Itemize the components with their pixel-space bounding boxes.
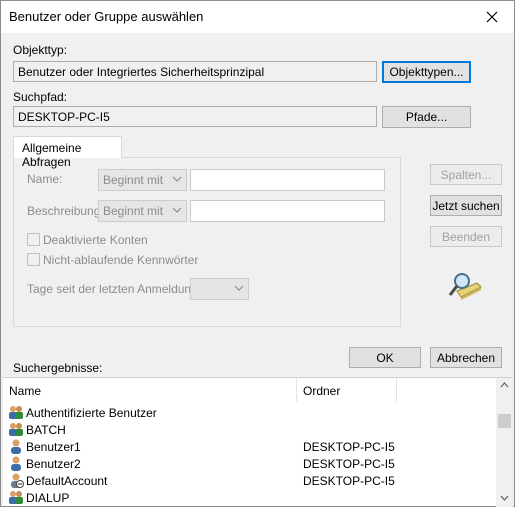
- user-icon: [11, 439, 21, 454]
- tab-common-queries[interactable]: Allgemeine Abfragen: [13, 136, 122, 169]
- select-user-dialog: Benutzer oder Gruppe auswählen Objekttyp…: [0, 0, 515, 507]
- disabled-accounts-checkbox[interactable]: [27, 233, 40, 246]
- scroll-down-icon[interactable]: [500, 495, 509, 501]
- group-icon: [9, 423, 23, 436]
- row-folder: DESKTOP-PC-I5: [303, 457, 395, 471]
- search-now-button[interactable]: Jetzt suchen: [430, 195, 502, 216]
- stop-button[interactable]: Beenden: [430, 226, 502, 247]
- group-icon: [9, 406, 23, 419]
- object-type-label: Objekttyp:: [13, 43, 68, 57]
- column-header-name-label: Name: [9, 384, 42, 398]
- column-header-folder[interactable]: Ordner: [297, 378, 397, 402]
- row-name: Benutzer1: [26, 440, 81, 454]
- columns-button[interactable]: Spalten...: [430, 164, 502, 185]
- days-since-login-select[interactable]: [190, 278, 249, 300]
- object-type-field: Benutzer oder Integriertes Sicherheitspr…: [13, 61, 377, 82]
- search-path-value: DESKTOP-PC-I5: [18, 110, 110, 124]
- column-header-name[interactable]: Name: [3, 378, 297, 402]
- description-mode-select[interactable]: Beginnt mit: [98, 200, 187, 222]
- row-name: Authentifizierte Benutzer: [26, 406, 157, 420]
- table-row[interactable]: Benutzer2 DESKTOP-PC-I5: [3, 455, 495, 472]
- description-input[interactable]: [190, 200, 385, 222]
- object-types-button[interactable]: Objekttypen...: [382, 61, 471, 83]
- non-expiring-passwords-label: Nicht-ablaufende Kennwörter: [43, 253, 199, 267]
- group-icon: [9, 491, 23, 504]
- search-results-list[interactable]: Name Ordner Authentifizierte Benutzer BA…: [3, 377, 513, 507]
- window-title: Benutzer oder Gruppe auswählen: [9, 9, 204, 24]
- user-icon: [11, 456, 21, 471]
- results-scrollbar[interactable]: [496, 378, 513, 507]
- non-expiring-passwords-checkbox[interactable]: [27, 253, 40, 266]
- name-mode-select[interactable]: Beginnt mit: [98, 169, 187, 191]
- object-type-value: Benutzer oder Integriertes Sicherheitspr…: [18, 65, 265, 79]
- table-row[interactable]: DIALUP: [3, 489, 495, 506]
- ok-button[interactable]: OK: [349, 347, 421, 368]
- row-name: DIALUP: [26, 491, 70, 505]
- search-results-label: Suchergebnisse:: [13, 361, 103, 375]
- row-name: DefaultAccount: [26, 474, 108, 488]
- close-button[interactable]: [470, 1, 514, 33]
- scroll-thumb[interactable]: [498, 414, 511, 428]
- row-name: BATCH: [26, 423, 66, 437]
- search-path-field: DESKTOP-PC-I5: [13, 106, 377, 127]
- row-folder: DESKTOP-PC-I5: [303, 474, 395, 488]
- days-since-login-label: Tage seit der letzten Anmeldung:: [27, 282, 202, 296]
- scroll-up-icon[interactable]: [500, 382, 509, 388]
- title-bar: Benutzer oder Gruppe auswählen: [1, 1, 514, 33]
- description-label: Beschreibung:: [27, 204, 104, 218]
- disabled-accounts-label: Deaktivierte Konten: [43, 233, 148, 247]
- name-input[interactable]: [190, 169, 385, 191]
- description-mode-value: Beginnt mit: [103, 204, 164, 218]
- name-mode-value: Beginnt mit: [103, 173, 164, 187]
- cancel-button[interactable]: Abbrechen: [430, 347, 502, 368]
- chevron-down-icon: [234, 285, 244, 291]
- table-row[interactable]: Authentifizierte Benutzer: [3, 404, 495, 421]
- chevron-down-icon: [172, 176, 182, 182]
- close-icon: [486, 11, 498, 23]
- column-header-folder-label: Ordner: [303, 384, 341, 398]
- paths-button[interactable]: Pfade...: [382, 106, 471, 128]
- row-folder: DESKTOP-PC-I5: [303, 440, 395, 454]
- search-magnifier-icon: [448, 273, 482, 300]
- common-queries-panel: Name: Beginnt mit Beschreibung: Beginnt …: [13, 157, 401, 327]
- chevron-down-icon: [172, 207, 182, 213]
- user-disabled-icon: [11, 473, 24, 488]
- table-row[interactable]: BATCH: [3, 421, 495, 438]
- name-label: Name:: [27, 172, 63, 186]
- search-path-label: Suchpfad:: [13, 90, 68, 104]
- row-name: Benutzer2: [26, 457, 81, 471]
- table-row[interactable]: DefaultAccount DESKTOP-PC-I5: [3, 472, 495, 489]
- table-row[interactable]: Benutzer1 DESKTOP-PC-I5: [3, 438, 495, 455]
